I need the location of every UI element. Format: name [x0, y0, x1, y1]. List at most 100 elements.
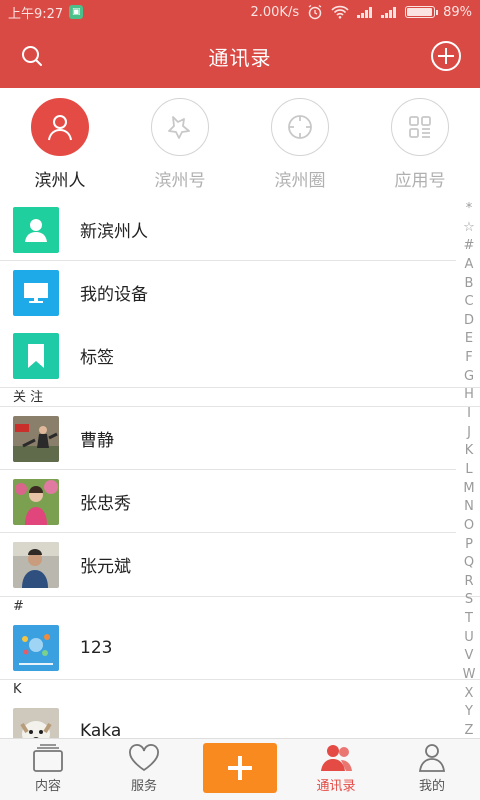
index-letter[interactable]: V — [465, 649, 474, 663]
plus-circle-icon — [431, 41, 461, 71]
profile-icon — [418, 744, 446, 772]
list-item-my-devices[interactable]: 我的设备 — [0, 261, 480, 324]
tab-label: 应用号 — [394, 171, 446, 191]
list-item-label: 标签 — [80, 348, 114, 368]
index-letter[interactable]: M — [463, 481, 474, 496]
nav-label: 我的 — [418, 779, 445, 794]
app-header: 通讯录 — [0, 24, 480, 88]
contacts-icon — [321, 745, 352, 771]
list-item-new-people[interactable]: 新滨州人 — [0, 198, 480, 261]
index-letter[interactable]: * — [466, 202, 473, 216]
alphabet-index[interactable]: * ☆ # A B C D E F G H I J K L M N O P Q R S T U V W X Y Z — [461, 202, 477, 738]
section-header-k: K — [0, 679, 480, 699]
avatar — [13, 707, 59, 738]
tab-label: 滨州圈 — [274, 171, 326, 191]
wifi-icon — [331, 5, 349, 19]
avatar — [13, 415, 59, 462]
index-letter[interactable]: Q — [464, 556, 474, 570]
signal-icon — [357, 6, 373, 18]
contact-list: 新滨州人 我的设备 标签 关 注 曹静 张忠秀 张元斌 # 123 K Kaka — [0, 198, 480, 738]
list-item-label: 我的设备 — [80, 285, 148, 305]
index-letter[interactable]: K — [465, 444, 474, 458]
search-icon — [22, 46, 42, 66]
nav-mine[interactable]: 我的 — [384, 740, 480, 800]
index-letter[interactable]: I — [467, 407, 471, 421]
section-header-follow: 关 注 — [0, 387, 480, 407]
index-letter[interactable]: J — [467, 425, 471, 440]
index-letter[interactable]: N — [464, 500, 474, 514]
index-letter[interactable]: ☆ — [463, 220, 475, 235]
nav-label: 内容 — [34, 779, 61, 794]
index-letter[interactable]: W — [463, 668, 476, 682]
nav-contacts[interactable]: 通讯录 — [288, 740, 384, 800]
index-letter[interactable]: C — [464, 295, 473, 309]
contact-row[interactable]: 张元斌 — [0, 533, 480, 596]
nav-content[interactable]: 内容 — [0, 740, 96, 800]
contact-row[interactable]: 123 — [0, 616, 480, 679]
contact-name: 曹静 — [80, 431, 114, 451]
contact-row[interactable]: Kaka — [0, 699, 480, 738]
nav-service[interactable]: 服务 — [96, 740, 192, 800]
app-grid-icon — [391, 98, 449, 156]
nav-label: 通讯录 — [316, 779, 356, 794]
index-letter[interactable]: T — [465, 612, 473, 626]
star-badge-icon — [151, 98, 209, 156]
search-button[interactable] — [12, 36, 52, 76]
nav-label: 服务 — [130, 779, 157, 794]
contact-row[interactable]: 张忠秀 — [0, 470, 480, 533]
tab-binzhou-people[interactable]: 滨州人 — [10, 98, 110, 191]
add-contact-button[interactable] — [426, 36, 466, 76]
nav-add[interactable] — [192, 740, 288, 800]
index-letter[interactable]: D — [464, 313, 474, 328]
contact-name: 张忠秀 — [80, 494, 131, 514]
page-title: 通讯录 — [208, 45, 272, 70]
status-time: 上午9:27 — [8, 6, 64, 22]
index-letter[interactable]: # — [464, 239, 475, 253]
index-letter[interactable]: O — [464, 518, 474, 533]
index-letter[interactable]: Y — [465, 705, 473, 719]
index-letter[interactable]: Z — [465, 723, 474, 738]
tab-binzhou-accounts[interactable]: 滨州号 — [130, 98, 230, 191]
index-letter[interactable]: E — [465, 332, 473, 346]
index-letter[interactable]: G — [464, 369, 474, 384]
app-notification-icon: ▣ — [69, 5, 84, 19]
bottom-nav: 内容 服务 通讯录 我的 — [0, 738, 480, 800]
index-letter[interactable]: L — [465, 462, 472, 477]
index-letter[interactable]: P — [465, 537, 473, 552]
avatar — [13, 478, 59, 525]
list-item-tags[interactable]: 标签 — [0, 324, 480, 387]
index-letter[interactable]: X — [465, 686, 474, 701]
heart-icon — [129, 744, 159, 772]
signal-icon-2 — [381, 6, 397, 18]
tab-app-accounts[interactable]: 应用号 — [370, 98, 470, 191]
content-icon — [33, 744, 63, 772]
circle-target-icon — [271, 98, 329, 156]
tab-binzhou-circle[interactable]: 滨州圈 — [250, 98, 350, 191]
avatar — [13, 624, 59, 671]
section-header-hash: # — [0, 596, 480, 616]
avatar — [13, 541, 59, 588]
add-button[interactable] — [203, 743, 277, 793]
index-letter[interactable]: U — [464, 630, 474, 645]
contact-name: 123 — [80, 637, 113, 658]
category-tabs: 滨州人 滨州号 滨州圈 应用号 — [0, 88, 480, 198]
index-letter[interactable]: H — [464, 388, 474, 402]
index-letter[interactable]: R — [464, 574, 473, 589]
contact-name: 张元斌 — [80, 557, 131, 577]
contact-row[interactable]: 曹静 — [0, 407, 480, 470]
network-speed: 2.00K/s — [250, 4, 300, 20]
battery-percent: 89% — [443, 4, 472, 20]
index-letter[interactable]: A — [465, 257, 474, 272]
index-letter[interactable]: S — [465, 593, 473, 607]
plus-icon — [228, 756, 252, 780]
monitor-icon — [13, 269, 59, 316]
tab-label: 滨州人 — [34, 171, 86, 191]
index-letter[interactable]: B — [465, 276, 474, 291]
new-person-icon — [13, 206, 59, 253]
battery-icon — [405, 6, 439, 18]
index-letter[interactable]: F — [465, 351, 472, 365]
list-item-label: 新滨州人 — [80, 222, 148, 242]
contact-name: Kaka — [80, 720, 122, 739]
alarm-icon — [308, 4, 322, 20]
person-icon — [31, 98, 89, 156]
